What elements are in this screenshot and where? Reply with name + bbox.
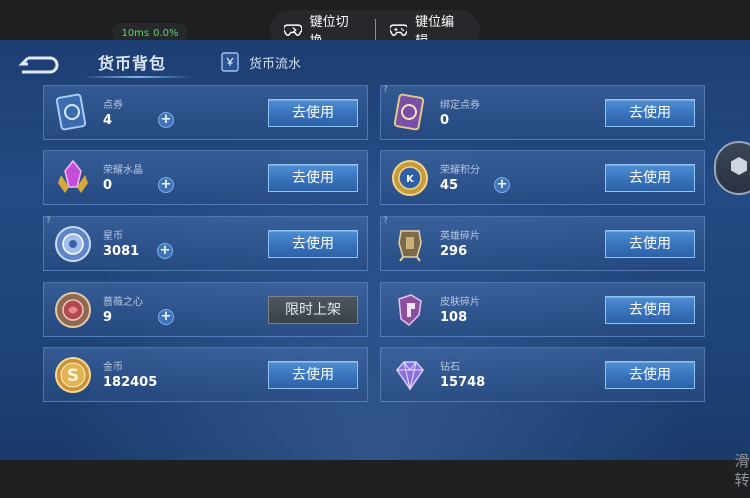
currency-card-diamond: 钻石 15748 去使用	[380, 347, 705, 402]
voucher-card-icon	[55, 93, 87, 131]
add-glory-points-button[interactable]: +	[494, 177, 510, 193]
skin-fragment-icon	[398, 294, 422, 326]
svg-text:K: K	[406, 174, 415, 185]
hero-fragment-icon	[398, 230, 422, 262]
glory-crystal-icon	[58, 159, 88, 193]
currency-card-star-coin: ? 星币 3081 + 去使用	[43, 216, 368, 271]
title-underline	[82, 76, 192, 78]
bottom-bar	[0, 460, 750, 498]
use-bound-voucher-button[interactable]: 去使用	[605, 99, 695, 127]
add-star-coin-button[interactable]: +	[157, 243, 173, 259]
game-screen: 货币背包 货币流水 点券 4 + 去使用 ? 绑定点券 0 去使用 荣耀水晶 0…	[0, 40, 750, 460]
currency-amount: 15748	[440, 375, 486, 390]
use-skin-fragment-button[interactable]: 去使用	[605, 296, 695, 324]
bottom-right-hint: 滑 转	[734, 452, 750, 489]
currency-card-glory-points: K 荣耀积分 45 + 去使用	[380, 150, 705, 205]
star-coin-icon	[55, 226, 91, 262]
currency-card-gold-coin: S 金币 182405 去使用	[43, 347, 368, 402]
back-button[interactable]	[18, 54, 60, 76]
glory-points-coin-icon: K	[392, 160, 428, 196]
gamepad-icon	[389, 24, 408, 36]
use-hero-fragment-button[interactable]: 去使用	[605, 230, 695, 258]
help-mark[interactable]: ?	[46, 216, 51, 226]
add-voucher-button[interactable]: +	[158, 112, 174, 128]
currency-card-glory-crystal: 荣耀水晶 0 + 去使用	[43, 150, 368, 205]
currency-card-rose-heart: 蔷薇之心 9 + 限时上架	[43, 282, 368, 337]
page-title: 货币背包	[98, 54, 167, 73]
back-arrow-icon	[18, 56, 59, 74]
currency-label: 星币	[103, 231, 123, 242]
currency-label: 荣耀积分	[440, 165, 480, 176]
currency-label: 英雄碎片	[440, 231, 480, 242]
ledger-icon	[221, 52, 239, 72]
currency-amount: 108	[440, 310, 468, 325]
currency-amount: 45	[440, 178, 459, 193]
currency-label: 绑定点券	[440, 100, 480, 111]
currency-amount: 3081	[103, 244, 140, 259]
currency-card-skin-fragment: 皮肤碎片 108 去使用	[380, 282, 705, 337]
use-diamond-button[interactable]: 去使用	[605, 361, 695, 389]
add-glory-crystal-button[interactable]: +	[158, 177, 174, 193]
packet-loss-value: 0.0%	[153, 27, 179, 39]
help-mark[interactable]: ?	[383, 216, 388, 226]
currency-card-voucher: 点券 4 + 去使用	[43, 85, 368, 140]
currency-label: 点券	[103, 100, 123, 111]
use-voucher-button[interactable]: 去使用	[268, 99, 358, 127]
currency-flow-tab[interactable]: 货币流水	[221, 52, 301, 72]
currency-card-hero-fragment: ? 英雄碎片 296 去使用	[380, 216, 705, 271]
side-menu-handle[interactable]	[714, 141, 750, 195]
bound-voucher-card-icon	[393, 93, 425, 131]
diamond-icon	[396, 361, 424, 391]
currency-flow-label: 货币流水	[249, 56, 302, 72]
rose-heart-icon	[55, 292, 91, 328]
currency-amount: 182405	[103, 375, 158, 390]
limited-time-listing-button[interactable]: 限时上架	[268, 296, 358, 324]
currency-label: 金币	[103, 362, 123, 373]
use-glory-crystal-button[interactable]: 去使用	[268, 164, 358, 192]
use-glory-points-button[interactable]: 去使用	[605, 164, 695, 192]
currency-label: 皮肤碎片	[440, 297, 480, 308]
use-star-coin-button[interactable]: 去使用	[268, 230, 358, 258]
currency-amount: 9	[103, 310, 113, 325]
help-mark[interactable]: ?	[383, 85, 388, 95]
add-rose-heart-button[interactable]: +	[158, 309, 174, 325]
hexagon-icon	[731, 157, 747, 175]
currency-card-bound-voucher: ? 绑定点券 0 去使用	[380, 85, 705, 140]
use-gold-coin-button[interactable]: 去使用	[268, 361, 358, 389]
currency-label: 蔷薇之心	[103, 297, 143, 308]
currency-label: 钻石	[440, 362, 460, 373]
gold-coin-icon: S	[55, 357, 91, 393]
currency-amount: 4	[103, 113, 113, 128]
gamepad-switch-icon	[284, 24, 302, 36]
currency-amount: 0	[103, 178, 113, 193]
svg-text:S: S	[67, 366, 79, 386]
currency-amount: 0	[440, 113, 450, 128]
currency-amount: 296	[440, 244, 468, 259]
currency-label: 荣耀水晶	[103, 165, 143, 176]
latency-value: 10ms	[121, 27, 150, 39]
